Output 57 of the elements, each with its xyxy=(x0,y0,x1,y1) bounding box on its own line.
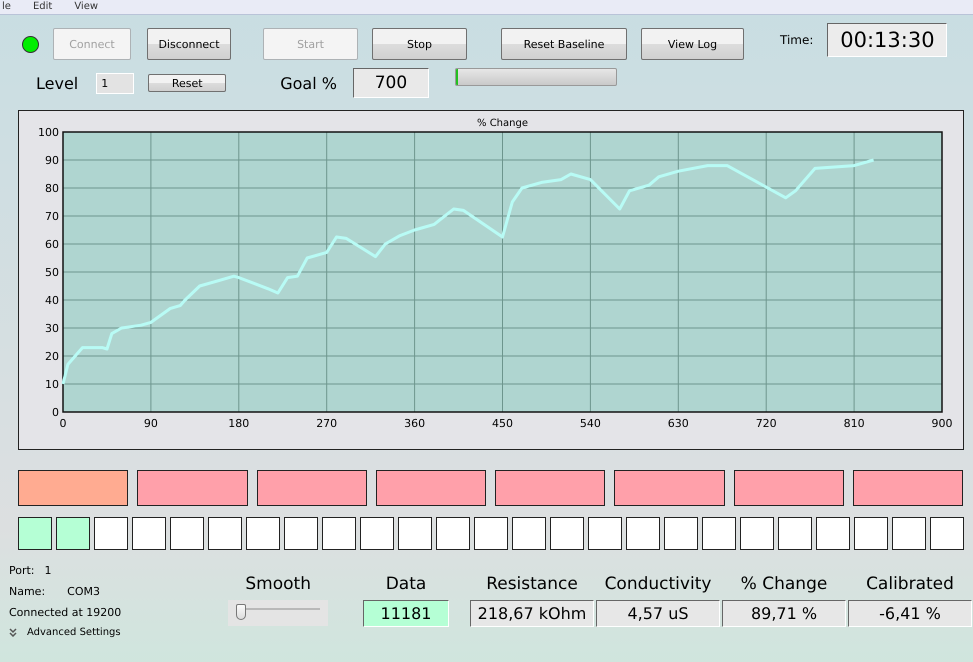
time-display: 00:13:30 xyxy=(827,23,948,57)
name-label: Name: xyxy=(9,585,46,598)
port-label: Port: xyxy=(9,564,35,577)
advanced-settings-link[interactable]: Advanced Settings xyxy=(27,627,121,638)
port-value: 1 xyxy=(44,564,52,577)
x-tick-label: 180 xyxy=(228,417,250,430)
y-tick-label: 70 xyxy=(45,210,59,223)
readout-value: 89,71 % xyxy=(722,600,846,627)
y-tick-label: 80 xyxy=(45,182,59,195)
x-tick-label: 360 xyxy=(404,417,426,430)
y-tick-label: 50 xyxy=(45,266,59,279)
chart-title: % Change xyxy=(477,118,528,129)
x-tick-label: 540 xyxy=(580,417,601,430)
y-tick-label: 60 xyxy=(45,238,59,251)
y-tick-label: 20 xyxy=(45,350,59,363)
toolbar-button[interactable]: Reset Baseline xyxy=(501,28,627,60)
x-tick-label: 0 xyxy=(60,417,66,430)
x-tick-label: 270 xyxy=(316,417,338,430)
double-chevron-icon[interactable] xyxy=(9,628,17,637)
readout-label: Resistance xyxy=(486,574,578,596)
readout-value: -6,41 % xyxy=(848,600,972,627)
y-tick-label: 40 xyxy=(45,294,59,307)
reset-button[interactable]: Reset xyxy=(148,74,226,92)
toolbar-button[interactable]: View Log xyxy=(641,28,744,60)
time-label: Time: xyxy=(780,33,814,47)
name-value: COM3 xyxy=(67,585,100,598)
readout-value: 218,67 kOhm xyxy=(470,600,594,627)
readout-value: 11181 xyxy=(363,600,449,627)
smooth-slider[interactable] xyxy=(228,600,328,626)
readout-label: Data xyxy=(386,574,426,596)
connection-status: Connected at 19200 xyxy=(9,606,122,619)
menu-item[interactable]: View xyxy=(74,0,98,14)
readout-label: % Change xyxy=(740,574,828,596)
x-tick-label: 90 xyxy=(144,417,158,430)
readout-label: Conductivity xyxy=(604,574,712,596)
y-tick-label: 10 xyxy=(45,378,59,391)
y-tick-label: 100 xyxy=(38,126,59,139)
toolbar-button[interactable]: Disconnect xyxy=(147,28,231,60)
y-tick-label: 90 xyxy=(45,154,59,167)
x-tick-label: 810 xyxy=(844,417,865,430)
readout-value: 4,57 uS xyxy=(596,600,720,627)
menu-item[interactable]: le xyxy=(2,0,11,14)
level-label: Level xyxy=(36,74,78,92)
goal-display: 700 xyxy=(352,68,429,98)
goal-label: Goal % xyxy=(280,74,337,92)
menu-item[interactable]: Edit xyxy=(32,0,52,14)
x-tick-label: 900 xyxy=(932,417,952,430)
slider-thumb[interactable] xyxy=(236,604,246,620)
x-tick-label: 720 xyxy=(756,417,777,430)
level-field[interactable]: 1 xyxy=(96,72,134,94)
x-tick-label: 630 xyxy=(668,417,689,430)
toolbar-button[interactable]: Stop xyxy=(372,28,467,60)
y-tick-label: 30 xyxy=(45,322,59,335)
x-tick-label: 450 xyxy=(492,417,513,430)
smooth-label: Smooth xyxy=(245,574,311,596)
readout-label: Calibrated xyxy=(866,574,954,596)
y-tick-label: 0 xyxy=(52,406,59,419)
